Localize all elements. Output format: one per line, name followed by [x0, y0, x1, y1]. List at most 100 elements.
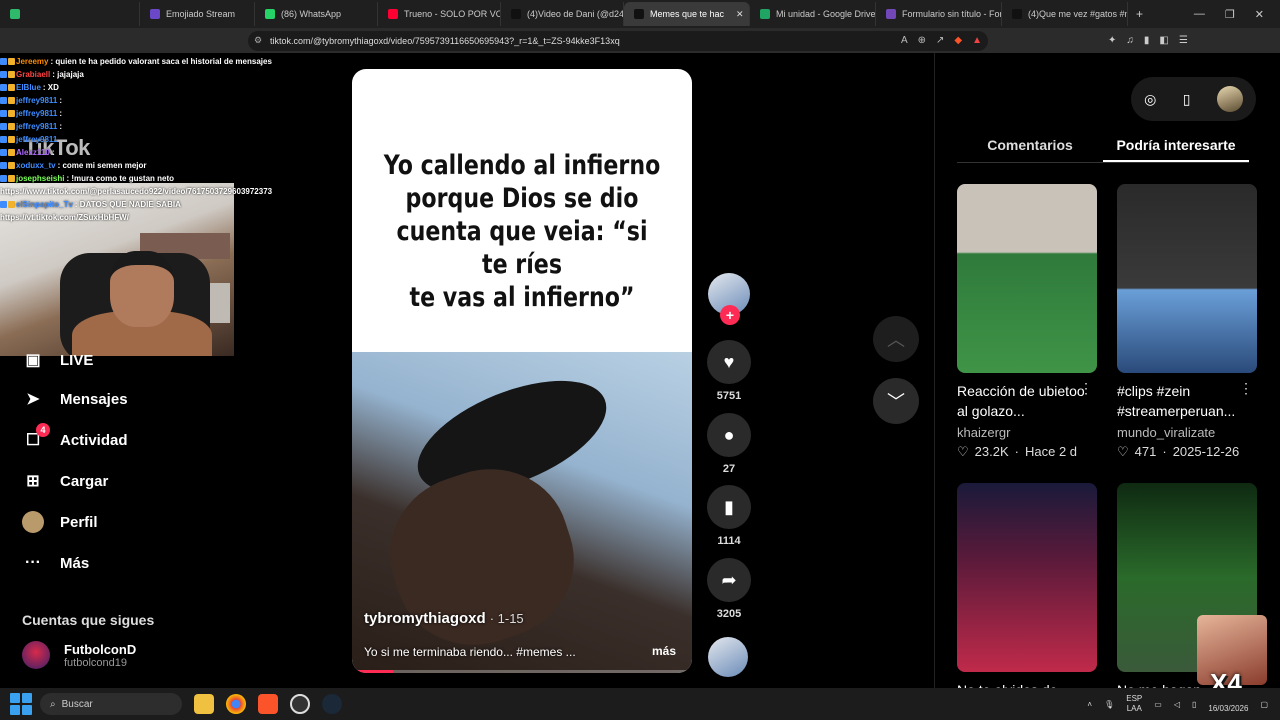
tab-podria-interesarte[interactable]: Podría interesarte: [1103, 135, 1249, 162]
url-text[interactable]: tiktok.com/@tybromythiagoxd/video/759573…: [270, 36, 620, 46]
media-icon[interactable]: ♫: [1126, 35, 1134, 46]
music-disc-icon[interactable]: [708, 637, 748, 677]
rewards-icon[interactable]: ▲: [972, 35, 982, 46]
shield-icon[interactable]: ◆: [954, 35, 962, 46]
close-tab-icon[interactable]: ✕: [736, 9, 744, 20]
following-account[interactable]: FutbolconD futbolcond19: [22, 641, 136, 669]
obs-icon[interactable]: [290, 694, 310, 714]
chat-text: :: [51, 148, 55, 157]
browser-tab[interactable]: Formulario sin título - For: [876, 2, 1002, 26]
browser-tab[interactable]: [0, 2, 140, 26]
tab-title: Emojiado Stream: [166, 9, 236, 19]
chevron-down-icon[interactable]: ﹀: [873, 378, 919, 424]
more-icon: ···: [25, 554, 41, 571]
like-group[interactable]: ♥ 5751: [707, 340, 751, 402]
compass-icon[interactable]: ◎: [1144, 91, 1156, 108]
chevron-up-icon[interactable]: ˄: [1087, 700, 1092, 709]
sidebar-item-mensajes[interactable]: ➤ Mensajes: [22, 388, 127, 410]
share-icon[interactable]: ↗: [936, 35, 944, 46]
tab-favicon-icon: [10, 9, 20, 19]
heart-icon[interactable]: ♥: [707, 340, 751, 384]
menu-icon[interactable]: ☰: [1179, 35, 1188, 46]
card-author[interactable]: mundo_viralizate: [1117, 425, 1257, 440]
language-indicator[interactable]: ESP LAA: [1126, 694, 1142, 714]
file-explorer-icon[interactable]: [194, 694, 214, 714]
browser-tab[interactable]: Memes que te hac ✕: [624, 2, 750, 26]
sidebar-item-live[interactable]: ▣ LIVE: [22, 349, 93, 371]
bookmark-icon[interactable]: ▮: [707, 485, 751, 529]
more-options-icon[interactable]: ⋮: [1079, 380, 1093, 397]
creator-avatar-group[interactable]: +: [707, 273, 750, 325]
card-title[interactable]: Reacción de ubietoo al golazo...: [957, 381, 1085, 421]
battery-icon[interactable]: ▯: [1192, 700, 1196, 709]
notification-badge: 4: [36, 423, 50, 437]
browser-tab[interactable]: (4)Video de Dani (@d248: [501, 2, 624, 26]
video-progress-bar[interactable]: [352, 670, 692, 673]
live-icon: ▣: [25, 352, 41, 369]
windows-start-icon[interactable]: [10, 693, 32, 715]
author-name[interactable]: tybromythiagoxd: [364, 610, 486, 627]
browser-tab[interactable]: Trueno - SOLO POR VOS (: [378, 2, 501, 26]
chrome-icon[interactable]: [226, 694, 246, 714]
phone-icon[interactable]: ▯: [1183, 91, 1191, 108]
user-avatar[interactable]: [1216, 86, 1243, 112]
clock[interactable]: 16/03/2026: [1208, 694, 1248, 714]
address-bar[interactable]: ⚙ tiktok.com/@tybromythiagoxd/video/7595…: [248, 30, 988, 51]
steam-icon[interactable]: [322, 694, 342, 714]
comment-group[interactable]: ● 27: [707, 413, 751, 475]
sound-avatar[interactable]: [707, 637, 748, 677]
chat-username: jeffrey9811: [16, 96, 58, 105]
share-group[interactable]: ➦ 3205: [707, 558, 751, 620]
creator-avatar[interactable]: +: [708, 273, 750, 325]
more-options-icon[interactable]: ⋮: [1239, 380, 1253, 397]
brave-icon[interactable]: [258, 694, 278, 714]
new-tab-button[interactable]: +: [1128, 7, 1151, 21]
video-thumbnail[interactable]: [1117, 184, 1257, 373]
volume-icon[interactable]: ◁: [1174, 700, 1180, 709]
sidebar-item-cargar[interactable]: ⊞ Cargar: [22, 470, 108, 492]
wallet-icon[interactable]: ◧: [1159, 35, 1168, 46]
suggested-video[interactable]: No te olvides de: [957, 483, 1097, 700]
more-link[interactable]: más: [652, 644, 676, 658]
tab-title: (4)Que me vez #gatos #m: [1028, 9, 1128, 19]
tab-comentarios[interactable]: Comentarios: [957, 135, 1103, 162]
chat-badge-icon: [8, 162, 15, 170]
video-thumbnail[interactable]: [957, 483, 1097, 672]
close-window-button[interactable]: ✕: [1255, 8, 1264, 21]
maximize-button[interactable]: ❐: [1225, 8, 1235, 21]
network-icon[interactable]: ▭: [1154, 700, 1162, 709]
video-thumbnail[interactable]: [957, 184, 1097, 373]
suggested-video[interactable]: Reacción de ubietoo al golazo... ⋮ khaiz…: [957, 184, 1097, 460]
card-title[interactable]: #clips #zein #streamerperuan...: [1117, 381, 1245, 421]
sidebar-item-perfil[interactable]: ● Perfil: [22, 511, 98, 533]
browser-tab[interactable]: Emojiado Stream: [140, 2, 255, 26]
zoom-icon[interactable]: ⊕: [918, 35, 926, 46]
mic-icon[interactable]: 🎙: [1104, 700, 1114, 709]
browser-tab[interactable]: (4)Que me vez #gatos #m: [1002, 2, 1128, 26]
translate-icon[interactable]: A: [901, 35, 908, 46]
browser-tab[interactable]: (86) WhatsApp: [255, 2, 378, 26]
tab-favicon-icon: [150, 9, 160, 19]
card-author[interactable]: khaizergr: [957, 425, 1097, 440]
sidebar-toggle-icon[interactable]: ▮: [1144, 35, 1150, 46]
follow-plus-icon[interactable]: +: [720, 305, 740, 325]
video-author[interactable]: tybromythiagoxd · 1-15: [364, 610, 524, 627]
chevron-up-icon[interactable]: ︿: [873, 316, 919, 362]
video-player[interactable]: Yo callendo al infierno porque Dios se d…: [352, 69, 692, 673]
minimize-button[interactable]: —: [1194, 8, 1205, 21]
extensions-icon[interactable]: ✦: [1108, 35, 1116, 46]
sidebar-item-actividad[interactable]: ☐ 4 Actividad: [22, 423, 128, 451]
chat-username: jeffrey9811: [16, 135, 58, 144]
search-placeholder: Buscar: [61, 698, 93, 710]
tab-favicon-icon: [1012, 9, 1022, 19]
save-group[interactable]: ▮ 1114: [707, 485, 751, 547]
taskbar-search[interactable]: ⌕ Buscar: [40, 693, 182, 715]
comment-icon[interactable]: ●: [707, 413, 751, 457]
card-date: Hace 2 d: [1024, 444, 1078, 459]
suggested-video[interactable]: #clips #zein #streamerperuan... ⋮ mundo_…: [1117, 184, 1257, 460]
site-settings-icon[interactable]: ⚙: [254, 35, 262, 46]
browser-tab[interactable]: Mi unidad - Google Drive: [750, 2, 876, 26]
notification-icon[interactable]: ▢: [1260, 700, 1268, 709]
share-arrow-icon[interactable]: ➦: [707, 558, 751, 602]
sidebar-item-mas[interactable]: ··· Más: [22, 552, 89, 574]
